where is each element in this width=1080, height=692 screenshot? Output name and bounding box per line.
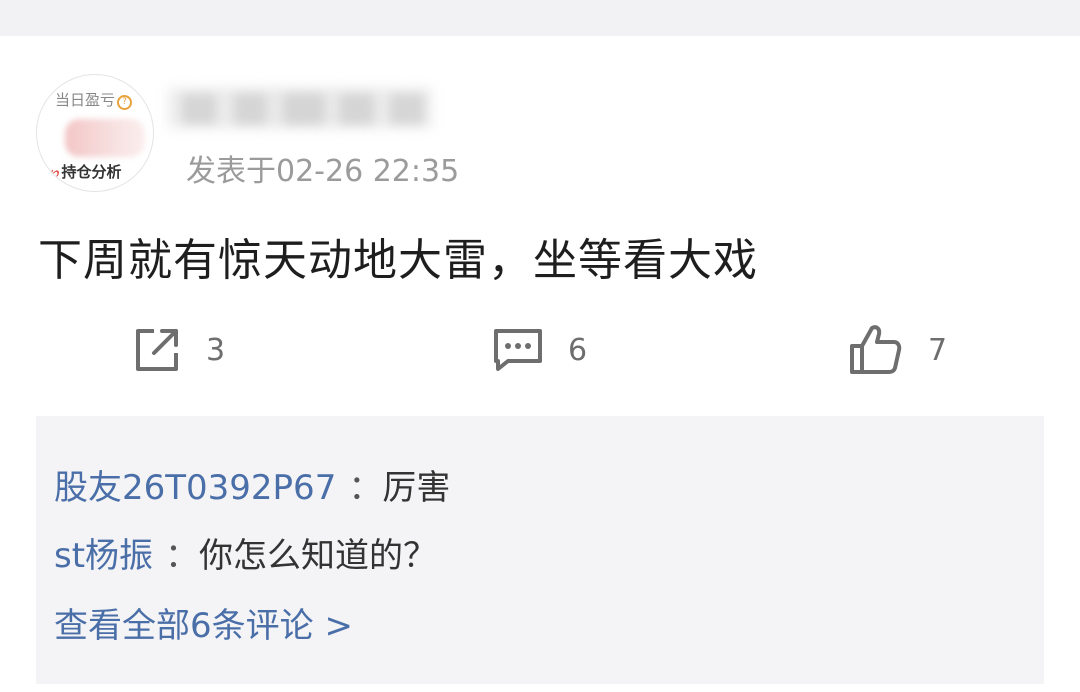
like-count: 7 [928,332,948,368]
comment-text: 厉害 [382,468,451,508]
comment-button[interactable]: 6 [492,322,587,378]
comment-separator: ： [348,468,383,508]
post-card: 当日盈亏? ℘ 持仓分析 发表于02-26 22:35 下周就有惊天动地大雷，坐等… [0,36,1080,692]
comments-preview-panel: 股友26T0392P67 ：厉害 st杨振 ：你怎么知道的？ 查看全部6条评论 > [36,416,1044,684]
view-all-comments-link[interactable]: 查看全部6条评论 > [54,598,353,647]
comment-count: 6 [568,332,588,368]
comment-icon [492,325,544,375]
avatar-blurred-image [65,119,145,157]
comment-item[interactable]: st杨振 ：你怎么知道的？ [54,528,437,577]
comment-user[interactable]: st杨振 [54,536,153,576]
avatar-top-label: 当日盈亏? [55,89,133,110]
comment-text: 你怎么知道的？ [199,536,438,576]
info-circle-icon: ? [117,95,133,110]
username-redacted[interactable] [168,88,432,128]
top-separator-bar [0,0,1080,36]
post-content[interactable]: 下周就有惊天动地大雷，坐等看大戏 [38,224,758,288]
share-button[interactable]: 3 [132,322,225,378]
like-button[interactable]: 7 [848,322,947,378]
share-count: 3 [206,332,226,368]
avatar-bottom-label: ℘ 持仓分析 [49,163,122,181]
avatar[interactable]: 当日盈亏? ℘ 持仓分析 [36,74,154,192]
comment-separator: ： [165,536,200,576]
post-timestamp: 发表于02-26 22:35 [186,154,460,189]
share-icon [132,325,182,375]
comment-item[interactable]: 股友26T0392P67 ：厉害 [54,460,450,509]
brand-logo-icon: ℘ [49,163,60,181]
comment-user[interactable]: 股友26T0392P67 [54,468,336,508]
like-icon [848,322,904,378]
